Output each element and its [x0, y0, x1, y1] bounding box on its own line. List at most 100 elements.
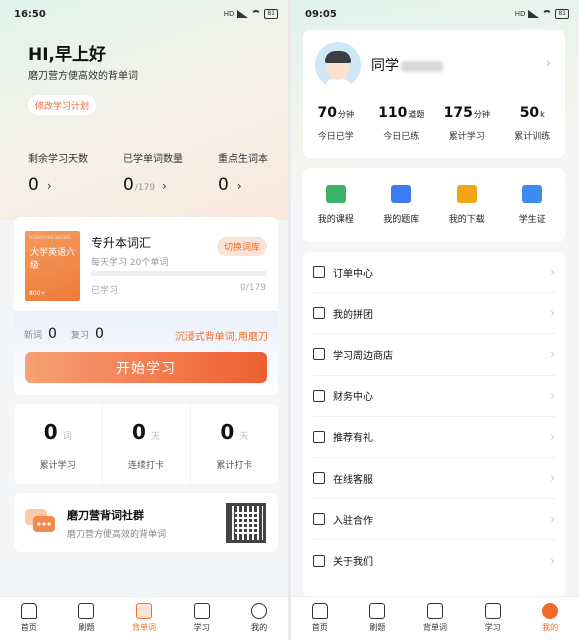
- tab-label: 学习: [193, 623, 210, 632]
- total-value: 0: [43, 420, 58, 444]
- shop-icon: [313, 348, 325, 361]
- menu-item-shop[interactable]: 学习周边商店 ›: [313, 334, 555, 376]
- tab-study[interactable]: 学习: [464, 597, 522, 640]
- chevron-right-icon: ›: [550, 471, 555, 486]
- stat-learned-words[interactable]: 已学单词数量 0/179 ›: [123, 150, 205, 195]
- tab-label: 首页: [20, 623, 37, 632]
- stat-label: 已学单词数量: [123, 154, 183, 165]
- quick-label: 我的课程: [317, 215, 354, 225]
- chevron-right-icon[interactable]: ›: [546, 56, 551, 71]
- avatar[interactable]: [315, 42, 361, 88]
- book-cover-brand: MODAOYING WORDS: [29, 235, 71, 240]
- thumb-up-icon: [313, 430, 325, 443]
- tab-vocabulary[interactable]: 背单词: [406, 597, 464, 640]
- switch-book-button[interactable]: 切换词库: [217, 237, 268, 256]
- total-value: 0: [132, 420, 146, 444]
- wifi-icon: [542, 10, 553, 18]
- stat-unit: 分钟: [337, 110, 354, 119]
- home-icon: [20, 603, 37, 619]
- open-book-icon: [193, 603, 210, 619]
- menu-item-support[interactable]: 在线客服 ›: [313, 458, 555, 500]
- totals-card: 0词 累计学习 0天 连续打卡 0天 累计打卡: [14, 404, 278, 484]
- quick-label: 我的题库: [383, 215, 420, 225]
- stat-today-practiced: 110道题 今日已练: [369, 102, 435, 142]
- book-cover-count: 800+: [29, 290, 46, 297]
- tab-home[interactable]: 首页: [291, 597, 349, 640]
- qr-code: [226, 503, 266, 543]
- menu-item-group-buy[interactable]: 我的拼团 ›: [313, 293, 555, 335]
- tab-study[interactable]: 学习: [173, 597, 231, 640]
- signal-icon: [528, 10, 540, 18]
- wallet-icon: [313, 389, 325, 402]
- status-icons: HD 81: [224, 9, 278, 19]
- menu-label: 关于我们: [333, 557, 373, 569]
- status-bar: 16:50 HD 81: [0, 0, 288, 28]
- status-time: 09:05: [305, 8, 337, 20]
- stat-label: 今日已学: [317, 132, 354, 142]
- username-text: 同学: [371, 58, 399, 74]
- quick-actions: 我的课程 我的题库 我的下载 学生证: [303, 168, 565, 242]
- username[interactable]: 同学: [371, 55, 443, 75]
- profile-stats: 70分钟今日已学 110道题 今日已练 175分钟 累计学习 50k 累计训练: [303, 102, 565, 142]
- my-courses-button[interactable]: 我的课程: [303, 168, 369, 242]
- community-card[interactable]: 磨刀营背词社群 磨刀营方便高效的背单词: [14, 493, 278, 552]
- bottom-tab-bar: 首页 刷题 背单词 学习 我的: [0, 596, 288, 640]
- tab-label: 学习: [484, 623, 501, 632]
- stat-remaining-days[interactable]: 剩余学习天数 0 ›: [28, 150, 110, 195]
- stat-value: 0: [218, 175, 229, 195]
- learned-count: 0/179: [240, 283, 266, 293]
- menu-item-orders[interactable]: 订单中心 ›: [313, 252, 555, 294]
- stat-key-words[interactable]: 重点生词本 0 ›: [218, 150, 278, 195]
- total-unit: 词: [62, 432, 72, 442]
- battery-icon: 81: [555, 9, 569, 19]
- menu-item-referral[interactable]: 推荐有礼 ›: [313, 417, 555, 458]
- tab-label: 我的: [251, 623, 268, 632]
- stat-value: 175: [443, 105, 473, 121]
- profile-icon: [542, 603, 559, 619]
- tab-vocabulary[interactable]: 背单词: [115, 597, 173, 640]
- quick-label: 学生证: [518, 215, 546, 225]
- order-icon: [313, 266, 325, 279]
- tab-home[interactable]: 首页: [0, 597, 58, 640]
- total-value: 0: [220, 420, 235, 444]
- student-card-icon: [522, 185, 543, 203]
- tab-practice[interactable]: 刷题: [349, 597, 407, 640]
- menu-item-partnership[interactable]: 入驻合作 ›: [313, 499, 555, 541]
- slogan: 沉浸式背单词,用磨刀: [174, 332, 268, 343]
- chevron-right-icon: ›: [550, 429, 555, 444]
- hd-icon: HD: [514, 10, 526, 18]
- stat-unit: 道题: [408, 110, 425, 119]
- vocabulary-icon: [135, 603, 152, 619]
- my-downloads-button[interactable]: 我的下载: [434, 168, 500, 242]
- menu-item-finance[interactable]: 财务中心 ›: [313, 376, 555, 417]
- chevron-right-icon: ›: [550, 388, 555, 403]
- stat-label: 累计学习: [448, 132, 485, 142]
- chevron-right-icon: ›: [550, 347, 555, 362]
- tab-label: 刷题: [369, 623, 386, 632]
- profile-card: 同学 › 70分钟今日已学 110道题 今日已练 175分钟 累计学习 50k 累计训…: [303, 30, 565, 158]
- study-stats: 剩余学习天数 0 › 已学单词数量 0/179 › 重点生词本 0 ›: [28, 150, 278, 195]
- book-cover[interactable]: MODAOYING WORDS 大学英语六级 800+: [25, 231, 80, 301]
- stat-total-learned: 175分钟 累计学习: [434, 102, 500, 142]
- stat-total-trained: 50k 累计训练: [500, 102, 566, 142]
- open-book-icon: [484, 603, 501, 619]
- my-question-bank-button[interactable]: 我的题库: [369, 168, 435, 242]
- today-task-strip: 新词 0 复习 0 沉浸式背单词,用磨刀 开始学习: [14, 311, 278, 395]
- stat-value: 70: [317, 105, 337, 121]
- edit-plan-button[interactable]: 修改学习计划: [28, 95, 97, 115]
- tab-label: 刷题: [78, 623, 95, 632]
- practice-icon: [369, 603, 386, 619]
- home-icon: [311, 603, 328, 619]
- profile-icon: [251, 603, 268, 619]
- status-bar: 09:05 HD 81: [291, 0, 579, 28]
- stat-value: 0: [123, 175, 134, 195]
- chevron-right-icon: ›: [550, 306, 555, 321]
- review-label: 复习: [70, 331, 89, 341]
- menu-item-about[interactable]: 关于我们 ›: [313, 540, 555, 581]
- tab-mine[interactable]: 我的: [521, 597, 579, 640]
- profile-screen: 09:05 HD 81 同学 › 70分钟今日已学 110道题 今日已练 175分…: [291, 0, 579, 640]
- start-learning-button[interactable]: 开始学习: [25, 352, 267, 383]
- student-card-button[interactable]: 学生证: [500, 168, 566, 242]
- tab-practice[interactable]: 刷题: [58, 597, 116, 640]
- tab-mine[interactable]: 我的: [230, 597, 288, 640]
